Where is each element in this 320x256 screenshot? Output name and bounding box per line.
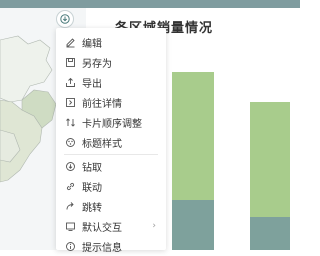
save-as-icon xyxy=(64,56,76,68)
bar-green-2 xyxy=(250,102,290,217)
interaction-icon xyxy=(64,220,76,232)
menu-item-label: 联动 xyxy=(82,182,102,194)
title-style-icon xyxy=(64,136,76,148)
menu-item-label: 编辑 xyxy=(82,38,102,50)
menu-item-reorder[interactable]: 卡片顺序调整 xyxy=(56,112,166,132)
context-menu: 编辑 另存为 导出 前往详情 卡片顺序调整 标题样式 钻取 联动 跳转 默认交互… xyxy=(56,28,166,254)
menu-item-label: 提示信息 xyxy=(82,242,122,254)
menu-item-label: 卡片顺序调整 xyxy=(82,118,142,130)
menu-item-drill[interactable]: 钻取 xyxy=(56,156,166,176)
bar-green-1 xyxy=(172,72,214,200)
region-map xyxy=(0,35,57,183)
tooltip-icon xyxy=(64,240,76,252)
menu-item-link[interactable]: 联动 xyxy=(56,176,166,196)
menu-item-export[interactable]: 导出 xyxy=(56,72,166,92)
menu-item-label: 标题样式 xyxy=(82,138,122,150)
chevron-right-icon: › xyxy=(152,221,156,231)
edit-icon xyxy=(64,36,76,48)
export-icon xyxy=(64,76,76,88)
menu-item-label: 钻取 xyxy=(82,162,102,174)
detail-icon xyxy=(64,96,76,108)
menu-trigger-button[interactable] xyxy=(56,10,74,28)
reorder-icon xyxy=(64,116,76,128)
menu-item-label: 导出 xyxy=(82,78,102,90)
bar-teal-1 xyxy=(172,200,214,250)
menu-item-default-interaction[interactable]: 默认交互 › xyxy=(56,216,166,236)
menu-item-detail[interactable]: 前往详情 xyxy=(56,92,166,112)
menu-item-label: 默认交互 xyxy=(82,222,122,234)
menu-item-edit[interactable]: 编辑 xyxy=(56,32,166,52)
menu-item-label: 跳转 xyxy=(82,202,102,214)
link-icon xyxy=(64,180,76,192)
download-circle-icon xyxy=(60,14,70,24)
bar-teal-2 xyxy=(250,217,290,250)
menu-item-jump[interactable]: 跳转 xyxy=(56,196,166,216)
menu-item-label: 另存为 xyxy=(82,58,112,70)
menu-item-tooltip[interactable]: 提示信息 xyxy=(56,236,166,256)
jump-icon xyxy=(64,200,76,212)
top-bar xyxy=(0,0,300,8)
menu-item-save-as[interactable]: 另存为 xyxy=(56,52,166,72)
drill-icon xyxy=(64,160,76,172)
menu-item-title-style[interactable]: 标题样式 xyxy=(56,132,166,152)
menu-divider xyxy=(64,154,158,155)
menu-item-label: 前往详情 xyxy=(82,98,122,110)
